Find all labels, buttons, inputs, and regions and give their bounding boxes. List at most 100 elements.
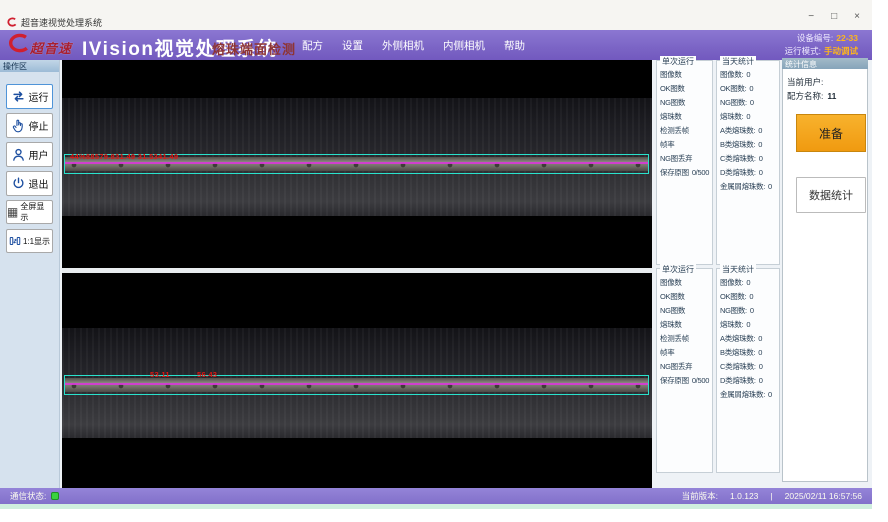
today-stats-groupbox: 当天统计 图像数:0OK图数:0NG图数:0熔珠数:0A类熔珠数:0B类熔珠数:… (716, 60, 780, 265)
run-mode-label: 运行模式: (785, 46, 821, 56)
maximize-icon[interactable]: □ (831, 11, 837, 23)
stat-row: 熔珠数:0 (720, 319, 779, 333)
menu-item[interactable]: 外侧相机 (382, 38, 424, 53)
scan-line (65, 162, 648, 164)
single-run-title: 单次运行 (660, 264, 696, 275)
stat-row: A类熔珠数:0 (720, 333, 779, 347)
run-button[interactable]: 运行 (6, 84, 53, 109)
stat-row: B类熔珠数:0 (720, 139, 779, 153)
stat-row: A类熔珠数:0 (720, 125, 779, 139)
today-stats-title: 当天统计 (720, 264, 756, 275)
menu-item[interactable]: 帮助 (504, 38, 525, 53)
stat-row: NG图数:0 (720, 305, 779, 319)
stat-row: 图像数:0 (720, 277, 779, 291)
one-to-one-button-label: 1:1显示 (23, 236, 50, 247)
device-number-value: 22-33 (836, 33, 858, 43)
main-menu: 配方 设置 外侧相机 内侧相机 帮助 (302, 30, 525, 60)
close-icon[interactable]: × (854, 11, 860, 23)
run-button-label: 运行 (29, 89, 49, 104)
stat-row: 保存原图0/500 (660, 375, 712, 389)
stat-row: 熔珠数:0 (720, 111, 779, 125)
stat-row: 检测丢帧 (660, 125, 712, 139)
sidebar-title: 操作区 (0, 60, 59, 72)
stat-row: NG图丢弃 (660, 361, 712, 375)
stat-row: 金属屑熔珠数:0 (720, 181, 779, 195)
menu-item[interactable]: 内侧相机 (443, 38, 485, 53)
camera-viewports: 44%88579.831.49 31.5341.49 53.11 56.43 (62, 60, 652, 488)
single-run-groupbox: 单次运行 图像数OK图数NG图数熔珠数检测丢帧帧率NG图丢弃保存原图0/500 (656, 268, 713, 473)
stat-row: 帧率 (660, 139, 712, 153)
exit-button[interactable]: 退出 (6, 171, 53, 196)
app-window: 超音速视觉处理系统 − □ × 超音速 IVision视觉处理系统 熔珠端面检测… (0, 0, 888, 522)
fullscreen-button-label: 全屏显示 (20, 201, 52, 223)
user-button[interactable]: 用户 (6, 142, 53, 167)
measurement-annotation: 56.43 (197, 370, 217, 379)
info-panel-title: 统计信息 (782, 58, 868, 69)
window-bottom-edge (0, 504, 872, 509)
power-icon (11, 176, 26, 191)
user-button-label: 用户 (29, 147, 49, 162)
statistics-info-panel: 统计信息 当前用户: 配方名称:11 准备 数据统计 (782, 58, 868, 482)
title-bar: 超音速视觉处理系统 − □ × (0, 0, 872, 30)
run-mode-value: 手动调试 (824, 46, 858, 56)
camera-view-inner[interactable]: 53.11 56.43 (62, 273, 652, 488)
status-separator: | (770, 491, 772, 501)
data-statistics-button[interactable]: 数据统计 (796, 177, 866, 213)
minimize-icon[interactable]: − (808, 11, 814, 23)
stat-row: 熔珠数 (660, 111, 712, 125)
stat-row: OK图数 (660, 291, 712, 305)
stat-row: 图像数 (660, 277, 712, 291)
datetime-value: 2025/02/11 16:57:56 (785, 491, 862, 501)
version-label: 当前版本: (682, 490, 718, 502)
stat-row: 帧率 (660, 347, 712, 361)
stat-row: NG图丢弃 (660, 153, 712, 167)
run-cycle-icon (11, 89, 26, 104)
stat-row: NG图数 (660, 305, 712, 319)
window-title: 超音速视觉处理系统 (21, 16, 102, 29)
stop-button[interactable]: 停止 (6, 113, 53, 138)
exit-button-label: 退出 (29, 176, 49, 191)
prepare-button[interactable]: 准备 (796, 114, 866, 152)
recipe-name-value: 11 (827, 91, 836, 101)
stop-button-label: 停止 (29, 118, 49, 133)
stat-row: B类熔珠数:0 (720, 347, 779, 361)
today-stats-title: 当天统计 (720, 56, 756, 67)
user-icon (11, 147, 26, 162)
one-to-one-button[interactable]: 1:1显示 (6, 229, 53, 253)
stat-row: OK图数:0 (720, 83, 779, 97)
single-run-title: 单次运行 (660, 56, 696, 67)
stop-hand-icon (11, 118, 26, 133)
weld-strip (65, 378, 648, 392)
fullscreen-grid-icon: ▦ (7, 206, 18, 218)
measurement-annotation: 53.11 (150, 370, 170, 379)
comm-status-indicator (51, 492, 59, 500)
comm-status-label: 通信状态: (10, 490, 46, 502)
measurement-annotation: 44%88579.831.49 31.5341.49 (70, 152, 178, 161)
device-info: 设备编号:22-33 运行模式:手动调试 (785, 32, 858, 58)
stat-row: D类熔珠数:0 (720, 375, 779, 389)
stat-row: 熔珠数 (660, 319, 712, 333)
stats-panel-outer: 单次运行 图像数OK图数NG图数熔珠数检测丢帧帧率NG图丢弃保存原图0/500 … (656, 60, 780, 265)
stat-row: NG图数:0 (720, 97, 779, 111)
single-run-groupbox: 单次运行 图像数OK图数NG图数熔珠数检测丢帧帧率NG图丢弃保存原图0/500 (656, 60, 713, 265)
operation-sidebar: 操作区 运行 停止 (0, 60, 60, 488)
version-value: 1.0.123 (730, 491, 758, 501)
menu-item[interactable]: 配方 (302, 38, 323, 53)
device-number-label: 设备编号: (797, 33, 833, 43)
menu-item[interactable]: 设置 (342, 38, 363, 53)
fullscreen-button[interactable]: ▦ 全屏显示 (6, 200, 53, 224)
stat-row: 保存原图0/500 (660, 167, 712, 181)
stats-panel-inner: 单次运行 图像数OK图数NG图数熔珠数检测丢帧帧率NG图丢弃保存原图0/500 … (656, 268, 780, 473)
brand-logo-icon (4, 33, 31, 57)
stat-row: C类熔珠数:0 (720, 153, 779, 167)
app-icon (6, 15, 17, 26)
stat-row: 金属屑熔珠数:0 (720, 389, 779, 403)
stat-row: 图像数 (660, 69, 712, 83)
brand-name: 超音速 (30, 38, 72, 57)
main-content: 操作区 运行 停止 (0, 60, 872, 488)
scan-line (65, 383, 648, 385)
app-subtitle: 熔珠端面检测 (212, 39, 296, 58)
camera-view-outer[interactable]: 44%88579.831.49 31.5341.49 (62, 60, 652, 268)
stat-row: 图像数:0 (720, 69, 779, 83)
stat-row: 检测丢帧 (660, 333, 712, 347)
